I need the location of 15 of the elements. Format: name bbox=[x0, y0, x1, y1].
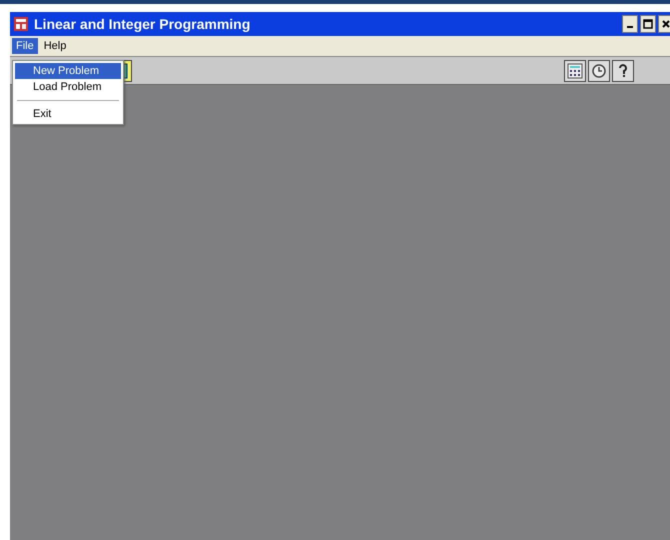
menu-option[interactable]: New Problem bbox=[15, 63, 121, 79]
calculator-icon[interactable] bbox=[564, 60, 586, 82]
maximize-button[interactable] bbox=[640, 15, 656, 33]
menu-item[interactable]: Help bbox=[40, 38, 70, 54]
menu-option[interactable]: Exit bbox=[15, 106, 121, 122]
window-title: Linear and Integer Programming bbox=[34, 16, 252, 32]
menu-item[interactable]: File bbox=[12, 38, 38, 54]
close-button[interactable] bbox=[658, 15, 670, 33]
menu-option[interactable]: Load Problem bbox=[15, 79, 121, 95]
minimize-button[interactable] bbox=[622, 15, 638, 33]
clock-icon[interactable] bbox=[588, 60, 610, 82]
maximize-icon bbox=[643, 19, 653, 29]
app-icon bbox=[13, 16, 29, 32]
help-icon[interactable] bbox=[612, 60, 634, 82]
close-icon bbox=[662, 20, 670, 28]
